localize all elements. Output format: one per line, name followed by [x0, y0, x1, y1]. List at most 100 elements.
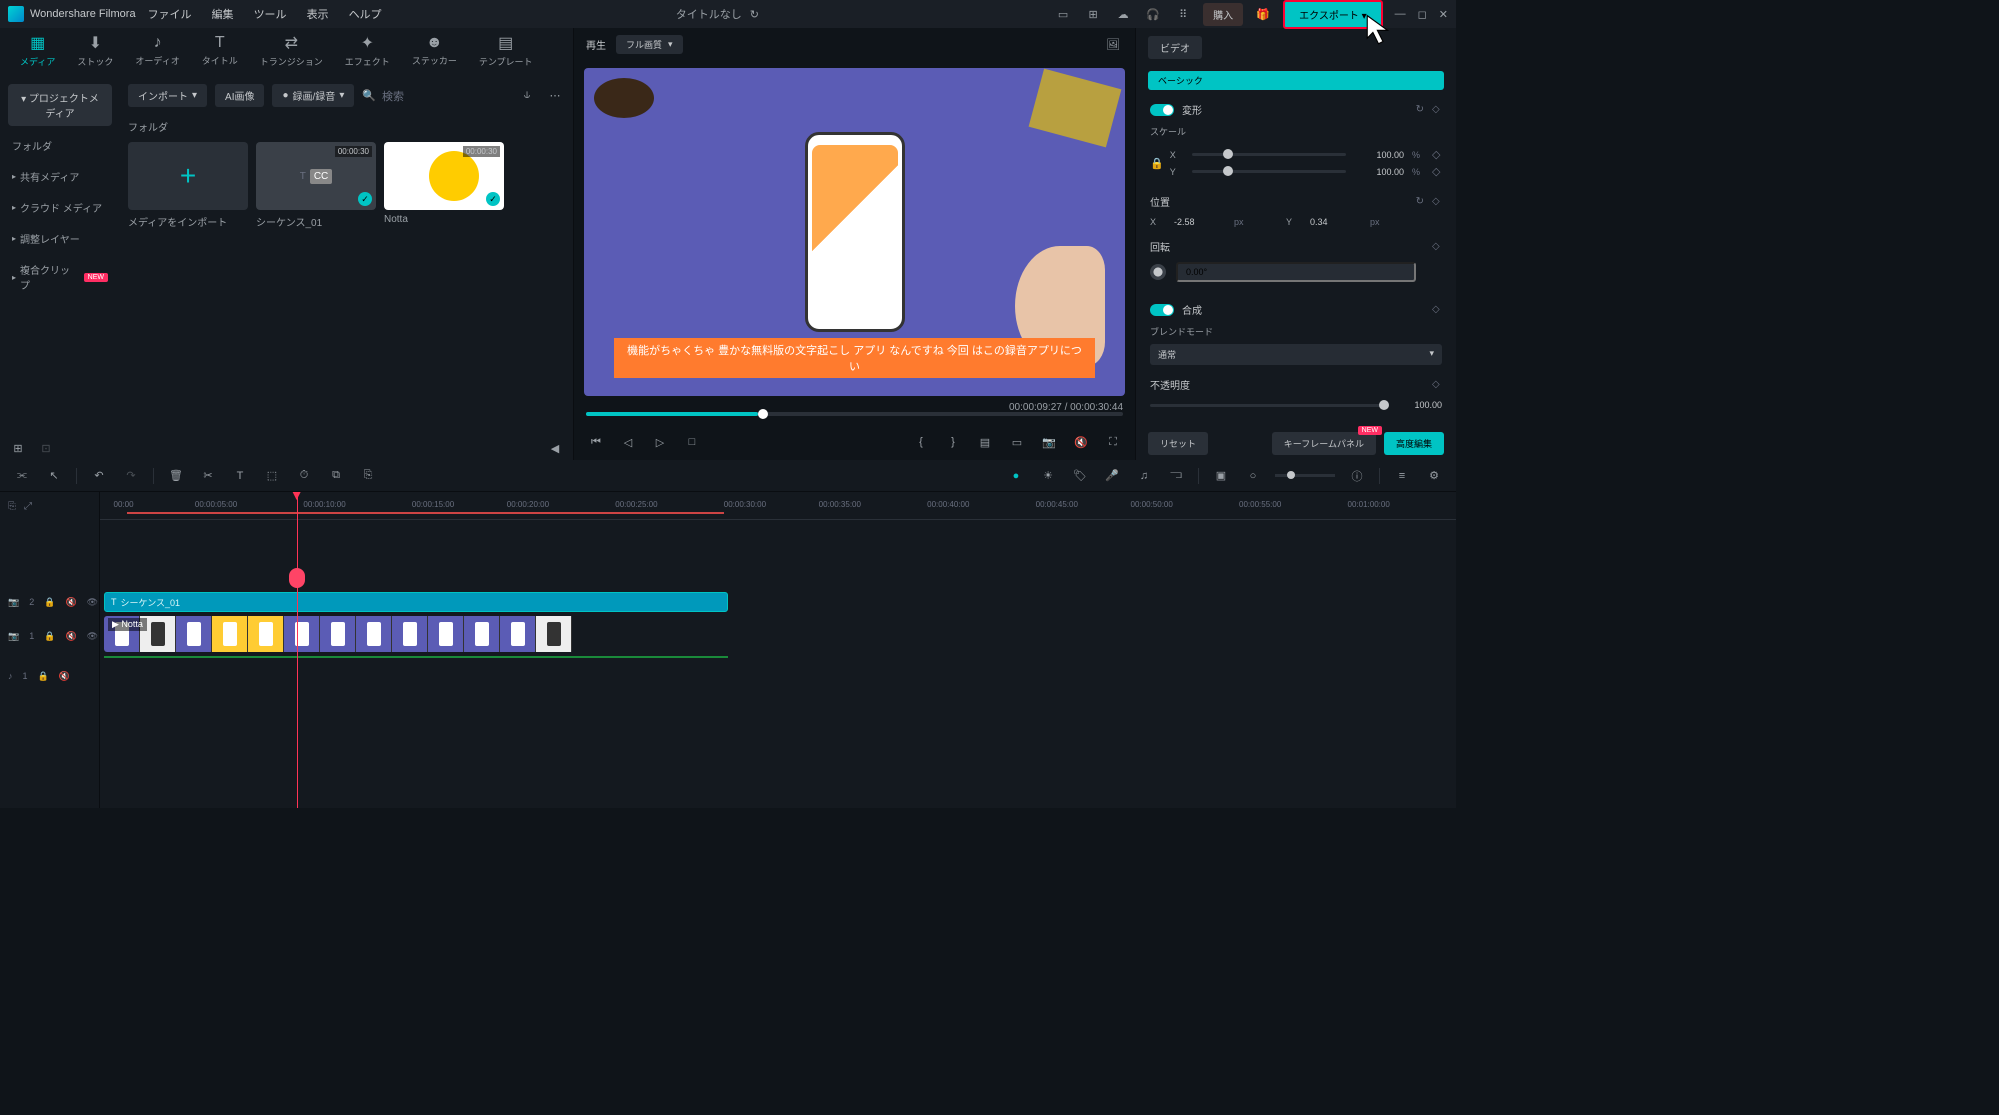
tab-audio[interactable]: ♪オーディオ — [135, 34, 179, 67]
opacity-slider[interactable] — [1150, 404, 1384, 407]
menu-help[interactable]: ヘルプ — [349, 6, 382, 22]
scale-x-slider[interactable] — [1192, 153, 1346, 156]
eye-icon[interactable]: 👁 — [87, 597, 98, 608]
brightness-icon[interactable]: ☀ — [1038, 466, 1058, 486]
rotate-dial[interactable] — [1150, 264, 1166, 280]
scale-y-slider[interactable] — [1192, 170, 1346, 173]
track-video2-header[interactable]: 📷2🔒🔇👁 — [0, 588, 99, 616]
mute-icon[interactable]: 🔇 — [65, 597, 76, 608]
undo-icon[interactable]: ↶ — [89, 466, 109, 486]
redo-icon[interactable]: ↷ — [121, 466, 141, 486]
tl-cursor-icon[interactable]: ↖ — [44, 466, 64, 486]
keyframe-icon[interactable]: ◇ — [1432, 304, 1442, 315]
gift-icon[interactable]: 🎁 — [1253, 4, 1273, 24]
zoom-out-icon[interactable]: ○ — [1243, 466, 1263, 486]
filter-icon[interactable]: ⫝ — [517, 86, 537, 106]
text-clip[interactable]: T シーケンス_01 — [104, 592, 728, 612]
play-icon[interactable]: ▷ — [650, 432, 670, 452]
lock-icon[interactable]: 🔒 — [44, 631, 55, 642]
prev-frame-icon[interactable]: ⏮ — [586, 432, 606, 452]
menu-view[interactable]: 表示 — [307, 6, 329, 22]
layout-icon[interactable]: ⊞ — [1083, 4, 1103, 24]
copy-icon[interactable]: ⎘ — [8, 501, 16, 512]
menu-edit[interactable]: 編集 — [212, 6, 234, 22]
eye-icon[interactable]: 👁 — [87, 631, 98, 642]
list-icon[interactable]: ≡ — [1392, 466, 1412, 486]
music-icon[interactable]: ♫ — [1134, 466, 1154, 486]
mute-icon[interactable]: 🔇 — [1071, 432, 1091, 452]
search-input[interactable]: 🔍 検索 — [362, 88, 509, 104]
cloud-icon[interactable]: ☁ — [1113, 4, 1133, 24]
media-card-notta[interactable]: 00:00:30✓ Notta — [384, 142, 504, 233]
export-button[interactable]: エクスポート ▾ — [1283, 0, 1383, 29]
sidebar-item-cloud[interactable]: クラウド メディア — [0, 192, 120, 223]
reset-icon[interactable]: ↻ — [1416, 196, 1424, 207]
mark-out-icon[interactable]: } — [943, 432, 963, 452]
tab-stock[interactable]: ⬇ストック — [77, 33, 113, 68]
lock-icon[interactable]: 🔒 — [1150, 157, 1164, 170]
keyframe-panel-button[interactable]: キーフレームパネル — [1272, 432, 1376, 455]
color-icon[interactable]: ● — [1006, 466, 1026, 486]
mark-in-icon[interactable]: { — [911, 432, 931, 452]
history-icon[interactable]: ↻ — [750, 8, 759, 21]
buy-button[interactable]: 購入 — [1203, 3, 1243, 26]
mute-icon[interactable]: 🔇 — [65, 631, 76, 642]
menu-tools[interactable]: ツール — [254, 6, 287, 22]
keyframe-icon[interactable]: ◇ — [1432, 196, 1442, 207]
sidebar-item-shared[interactable]: 共有メディア — [0, 161, 120, 192]
compare-icon[interactable]: ▤ — [975, 432, 995, 452]
track-audio1-header[interactable]: ♪1🔒🔇 — [0, 656, 99, 696]
media-card-sequence[interactable]: T CC00:00:30✓ シーケンス_01 — [256, 142, 376, 233]
align-icon[interactable]: ⫎ — [1166, 466, 1186, 486]
group-icon[interactable]: ⧉ — [326, 466, 346, 486]
grid-icon[interactable]: ⠿ — [1173, 4, 1193, 24]
cut-icon[interactable]: ✂ — [198, 466, 218, 486]
scale-y-value[interactable]: 100.00 — [1354, 167, 1404, 177]
playhead-marker-icon[interactable] — [289, 568, 305, 588]
ai-image-button[interactable]: AI画像 — [215, 84, 264, 107]
playhead[interactable] — [297, 492, 298, 808]
tab-effect[interactable]: ✦エフェクト — [345, 33, 390, 68]
close-icon[interactable]: ✕ — [1439, 8, 1448, 21]
menu-file[interactable]: ファイル — [148, 6, 192, 22]
sidebar-item-compound[interactable]: 複合クリップNEW — [0, 254, 120, 300]
blend-mode-select[interactable]: 通常▾ — [1150, 344, 1442, 365]
more-icon[interactable]: ⋯ — [545, 86, 565, 106]
pos-x-input[interactable] — [1174, 217, 1224, 227]
speed-icon[interactable]: ⏱ — [294, 466, 314, 486]
keyframe-icon[interactable]: ◇ — [1432, 148, 1442, 161]
delete-icon[interactable]: 🗑 — [166, 466, 186, 486]
preview-video[interactable]: 機能がちゃくちゃ 豊かな無料版の文字起こし アプリ なんですね 今回 はこの録音… — [584, 68, 1125, 396]
scale-x-value[interactable]: 100.00 — [1354, 150, 1404, 160]
tab-title[interactable]: Tタイトル — [202, 34, 238, 67]
timeline-tracks[interactable]: 00:00 00:00:05:00 00:00:10:00 00:00:15:0… — [100, 492, 1456, 808]
snapshot-icon[interactable]: 🖼 — [1103, 34, 1123, 54]
tab-sticker[interactable]: ☻ステッカー — [412, 34, 457, 67]
opacity-value[interactable]: 100.00 — [1392, 400, 1442, 410]
new-folder-icon[interactable]: ⊞ — [8, 438, 28, 458]
monitor-icon[interactable]: ▭ — [1053, 4, 1073, 24]
import-dropdown[interactable]: インポート ▾ — [128, 84, 207, 107]
record-dropdown[interactable]: ● 録画/録音 ▾ — [272, 84, 354, 107]
settings-icon[interactable]: ⚙ — [1424, 466, 1444, 486]
lock-icon[interactable]: 🔒 — [38, 671, 49, 682]
headphones-icon[interactable]: 🎧 — [1143, 4, 1163, 24]
text-icon[interactable]: T — [230, 466, 250, 486]
expand-icon[interactable]: ⤢ — [24, 501, 32, 512]
reset-button[interactable]: リセット — [1148, 432, 1208, 455]
composite-toggle[interactable] — [1150, 304, 1174, 316]
expand-icon[interactable]: ⊡ — [36, 438, 56, 458]
tl-expand-icon[interactable]: ⫘ — [12, 466, 32, 486]
tag-icon[interactable]: 🏷 — [1070, 466, 1090, 486]
collapse-icon[interactable]: ◀ — [545, 438, 565, 458]
import-card[interactable]: + メディアをインポート — [128, 142, 248, 233]
zoom-in-icon[interactable]: ⓘ — [1347, 466, 1367, 486]
project-media-button[interactable]: ▾ プロジェクトメディア — [8, 84, 112, 126]
transform-toggle[interactable] — [1150, 104, 1174, 116]
maximize-icon[interactable]: ◻ — [1418, 8, 1427, 21]
keyframe-icon[interactable]: ◇ — [1432, 379, 1442, 390]
tab-transition[interactable]: ⇄トランジション — [260, 33, 323, 68]
video-clip[interactable] — [104, 616, 728, 652]
basic-tab[interactable]: ベーシック — [1148, 71, 1444, 90]
advanced-edit-button[interactable]: 高度編集 — [1384, 432, 1444, 455]
